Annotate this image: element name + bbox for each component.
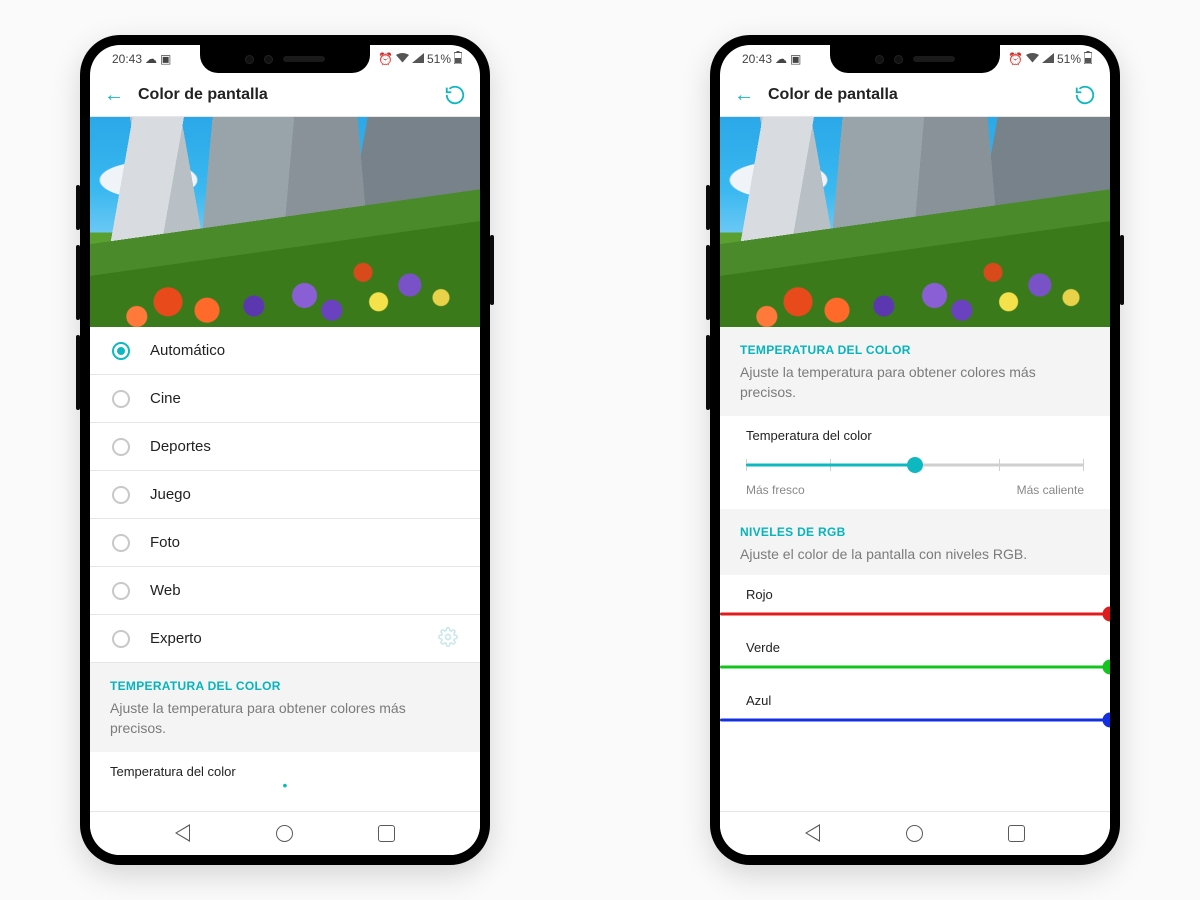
temp-section-header: TEMPERATURA DEL COLOR Ajuste la temperat… — [720, 327, 1110, 416]
notch — [830, 45, 1000, 73]
battery-pct: 51% — [427, 52, 451, 66]
rgb-section-desc: Ajuste el color de la pantalla con nivel… — [740, 545, 1090, 565]
mode-label: Foto — [150, 534, 180, 551]
back-button[interactable]: ← — [734, 85, 754, 105]
battery-pct: 51% — [1057, 52, 1081, 66]
mode-option[interactable]: Deportes — [90, 423, 480, 471]
volume-down-button — [706, 335, 710, 410]
page-title: Color de pantalla — [138, 86, 268, 104]
mode-option[interactable]: Juego — [90, 471, 480, 519]
mode-label: Experto — [150, 630, 202, 647]
temp-section-header: TEMPERATURA DEL COLOR Ajuste la temperat… — [90, 663, 480, 752]
screen-left: 20:43 ☁ ▣ ⏰ 51% ← Color de panta — [90, 45, 480, 855]
temp-slider-label: Temperatura del color — [720, 416, 1110, 447]
page-title: Color de pantalla — [768, 86, 898, 104]
radio-icon — [112, 342, 130, 360]
nav-back-button[interactable] — [175, 824, 190, 843]
wifi-icon — [396, 52, 409, 66]
nav-recent-button[interactable] — [378, 825, 395, 842]
radio-icon — [112, 534, 130, 552]
temp-left-label: Más fresco — [746, 483, 805, 497]
battery-icon — [454, 51, 462, 67]
mode-label: Cine — [150, 390, 181, 407]
temp-section-title: TEMPERATURA DEL COLOR — [110, 679, 460, 693]
rgb-channel-label: Verde — [720, 630, 1110, 657]
rgb-section-title: NIVELES DE RGB — [740, 525, 1090, 539]
radio-icon — [112, 390, 130, 408]
phone-frame-left: 20:43 ☁ ▣ ⏰ 51% ← Color de panta — [80, 35, 490, 865]
nav-bar — [90, 811, 480, 855]
rgb-slider[interactable] — [720, 604, 1110, 624]
wifi-icon — [1026, 52, 1039, 66]
battery-icon — [1084, 51, 1092, 67]
radio-icon — [112, 630, 130, 648]
temp-section-title: TEMPERATURA DEL COLOR — [740, 343, 1090, 357]
mode-label: Automático — [150, 342, 225, 359]
rgb-channel-label: Azul — [720, 683, 1110, 710]
slider-peek: • — [90, 783, 480, 793]
volume-down-button — [76, 335, 80, 410]
temp-slider[interactable] — [746, 453, 1084, 477]
rgb-slider[interactable] — [720, 657, 1110, 677]
app-bar: ← Color de pantalla — [720, 73, 1110, 117]
volume-up-button — [76, 245, 80, 320]
alarm-icon: ⏰ — [378, 52, 393, 66]
power-button — [490, 235, 494, 305]
mode-option[interactable]: Web — [90, 567, 480, 615]
mode-option[interactable]: Cine — [90, 375, 480, 423]
phone-frame-right: 20:43 ☁ ▣ ⏰ 51% ← Color de pantalla — [710, 35, 1120, 865]
nav-bar — [720, 811, 1110, 855]
status-time: 20:43 — [112, 52, 142, 66]
reset-button[interactable] — [1074, 84, 1096, 106]
mode-option[interactable]: Experto — [90, 615, 480, 663]
mode-label: Deportes — [150, 438, 211, 455]
cloud-icon: ☁ — [145, 52, 157, 66]
content-right: TEMPERATURA DEL COLOR Ajuste la temperat… — [720, 327, 1110, 811]
image-icon: ▣ — [160, 52, 171, 66]
radio-icon — [112, 438, 130, 456]
temp-section-desc: Ajuste la temperatura para obtener color… — [110, 699, 460, 738]
side-button — [76, 185, 80, 230]
preview-image — [90, 117, 480, 327]
notch — [200, 45, 370, 73]
rgb-slider[interactable] — [720, 710, 1110, 730]
side-button — [706, 185, 710, 230]
rgb-section-header: NIVELES DE RGB Ajuste el color de la pan… — [720, 509, 1110, 575]
status-time: 20:43 — [742, 52, 772, 66]
mode-option[interactable]: Automático — [90, 327, 480, 375]
radio-icon — [112, 582, 130, 600]
rgb-channel-label: Rojo — [720, 577, 1110, 604]
cloud-icon: ☁ — [775, 52, 787, 66]
back-button[interactable]: ← — [104, 85, 124, 105]
signal-icon — [1042, 52, 1054, 66]
screen-right: 20:43 ☁ ▣ ⏰ 51% ← Color de pantalla — [720, 45, 1110, 855]
nav-recent-button[interactable] — [1008, 825, 1025, 842]
mode-label: Juego — [150, 486, 191, 503]
reset-button[interactable] — [444, 84, 466, 106]
radio-icon — [112, 486, 130, 504]
power-button — [1120, 235, 1124, 305]
image-icon: ▣ — [790, 52, 801, 66]
temp-right-label: Más caliente — [1017, 483, 1084, 497]
app-bar: ← Color de pantalla — [90, 73, 480, 117]
nav-home-button[interactable] — [276, 825, 293, 842]
temp-section-desc: Ajuste la temperatura para obtener color… — [740, 363, 1090, 402]
mode-option[interactable]: Foto — [90, 519, 480, 567]
preview-image — [720, 117, 1110, 327]
nav-home-button[interactable] — [906, 825, 923, 842]
nav-back-button[interactable] — [805, 824, 820, 843]
signal-icon — [412, 52, 424, 66]
gear-icon[interactable] — [438, 627, 458, 651]
alarm-icon: ⏰ — [1008, 52, 1023, 66]
volume-up-button — [706, 245, 710, 320]
mode-label: Web — [150, 582, 181, 599]
content-left: Automático Cine Deportes Juego Foto Web Expert… — [90, 327, 480, 811]
